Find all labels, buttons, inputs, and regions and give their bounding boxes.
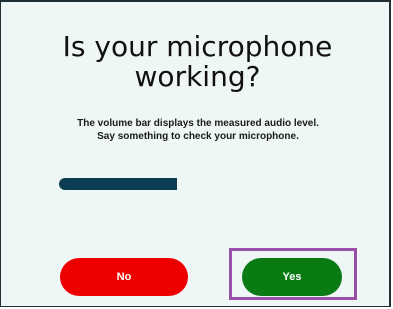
no-button[interactable]: No: [60, 258, 188, 296]
dialog-description: The volume bar displays the measured aud…: [77, 118, 319, 142]
yes-button[interactable]: Yes: [242, 258, 342, 296]
volume-level-fill: [59, 178, 177, 190]
dialog-title: Is your microphone working?: [62, 30, 333, 93]
volume-bar: [59, 178, 177, 190]
microphone-check-dialog: Is your microphone working? The volume b…: [0, 0, 391, 307]
